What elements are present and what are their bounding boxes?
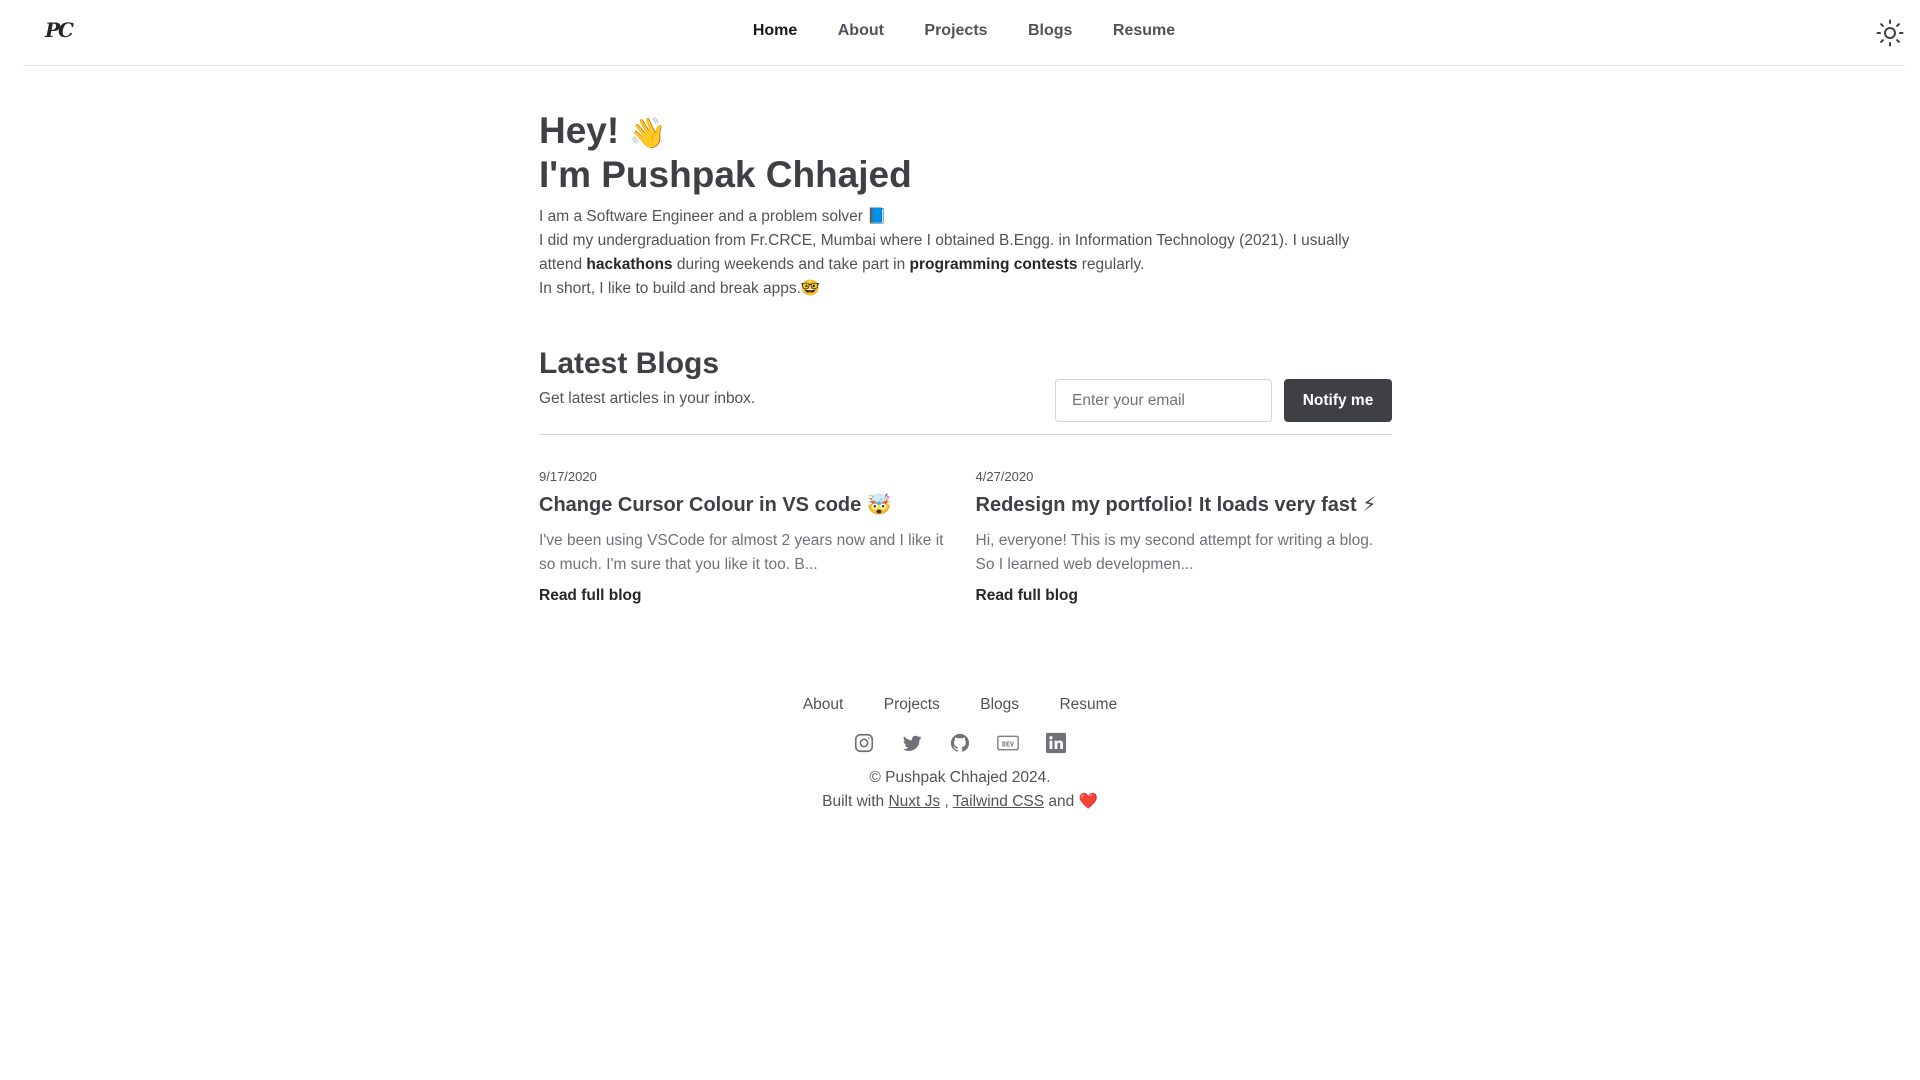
github-icon bbox=[950, 733, 970, 752]
nav-about[interactable]: About bbox=[838, 22, 884, 40]
newsletter-form: Notify me bbox=[1055, 379, 1392, 422]
main-nav: Home About Projects Blogs Resume bbox=[23, 22, 1905, 40]
blog-list: 9/17/2020 Change Cursor Colour in VS cod… bbox=[539, 469, 1392, 605]
theme-toggle-button[interactable] bbox=[1875, 18, 1905, 48]
intro-text-b: during weekends and take part in bbox=[672, 256, 910, 273]
intro-line-2: I did my undergraduation from Fr.CRCE, M… bbox=[539, 229, 1392, 277]
dev-link[interactable]: DEV bbox=[997, 732, 1019, 754]
svg-text:DEV: DEV bbox=[1002, 740, 1014, 748]
nav-home[interactable]: Home bbox=[753, 22, 797, 40]
latest-blogs-section: Latest Blogs Get latest articles in your… bbox=[539, 346, 1392, 605]
built-with-separator: , bbox=[940, 793, 953, 810]
wave-emoji: 👋 bbox=[629, 117, 667, 150]
footer-nav-projects[interactable]: Projects bbox=[884, 696, 940, 714]
contests-highlight: programming contests bbox=[909, 256, 1078, 273]
intro-line-1: I am a Software Engineer and a problem s… bbox=[539, 208, 887, 225]
tailwind-link[interactable]: Tailwind CSS bbox=[953, 793, 1044, 810]
nav-resume[interactable]: Resume bbox=[1113, 22, 1175, 40]
linkedin-link[interactable] bbox=[1045, 732, 1067, 754]
built-with-and: and bbox=[1044, 793, 1079, 810]
intro-text: I am a Software Engineer and a problem s… bbox=[539, 205, 1392, 301]
social-links: DEV bbox=[0, 732, 1920, 754]
blog-date: 4/27/2020 bbox=[975, 469, 1034, 484]
intro-line-3: In short, I like to build and break apps… bbox=[539, 280, 821, 297]
copyright-text: © Pushpak Chhajed 2024. bbox=[869, 769, 1051, 786]
site-header: PC Home About Projects Blogs Resume bbox=[23, 0, 1905, 66]
built-with-text: Built with Nuxt Js , Tailwind CSS and ❤️ bbox=[0, 790, 1920, 814]
nuxt-link[interactable]: Nuxt Js bbox=[888, 793, 940, 810]
intro-text-c: regularly. bbox=[1077, 256, 1145, 273]
footer-nav-blogs[interactable]: Blogs bbox=[980, 696, 1019, 714]
blog-card: 4/27/2020 Redesign my portfolio! It load… bbox=[976, 469, 1393, 605]
blog-excerpt: I've been using VSCode for almost 2 year… bbox=[539, 532, 944, 573]
blog-card: 9/17/2020 Change Cursor Colour in VS cod… bbox=[539, 469, 956, 605]
github-link[interactable] bbox=[949, 732, 971, 754]
footer-nav-resume[interactable]: Resume bbox=[1059, 696, 1117, 714]
site-footer: About Projects Blogs Resume DEV © Pushpa… bbox=[0, 696, 1920, 814]
hackathons-highlight: hackathons bbox=[586, 256, 673, 273]
nav-projects[interactable]: Projects bbox=[924, 22, 987, 40]
latest-blogs-title: Latest Blogs bbox=[539, 347, 720, 380]
section-divider bbox=[539, 434, 1392, 435]
blog-title[interactable]: Change Cursor Colour in VS code 🤯 bbox=[539, 492, 956, 517]
read-full-blog-link[interactable]: Read full blog bbox=[976, 587, 1078, 605]
footer-nav: About Projects Blogs Resume bbox=[0, 696, 1920, 714]
instagram-icon bbox=[854, 733, 874, 753]
instagram-link[interactable] bbox=[853, 732, 875, 754]
hero-greeting: Hey! bbox=[539, 110, 620, 151]
hero-name: I'm Pushpak Chhajed bbox=[539, 154, 912, 195]
dev-icon: DEV bbox=[997, 735, 1019, 751]
email-input[interactable] bbox=[1055, 379, 1272, 422]
sun-icon bbox=[1876, 19, 1904, 47]
blog-title[interactable]: Redesign my portfolio! It loads very fas… bbox=[976, 492, 1393, 517]
heart-icon: ❤️ bbox=[1078, 793, 1098, 810]
twitter-link[interactable] bbox=[901, 732, 923, 754]
main-content: Hey! 👋 I'm Pushpak Chhajed I am a Softwar… bbox=[539, 110, 1392, 605]
built-with-prefix: Built with bbox=[822, 793, 889, 810]
notify-me-button[interactable]: Notify me bbox=[1284, 379, 1392, 422]
linkedin-icon bbox=[1045, 732, 1067, 754]
hero-title: Hey! 👋 I'm Pushpak Chhajed bbox=[539, 110, 1392, 195]
footer-nav-about[interactable]: About bbox=[803, 696, 844, 714]
nav-blogs[interactable]: Blogs bbox=[1028, 22, 1072, 40]
read-full-blog-link[interactable]: Read full blog bbox=[539, 587, 641, 605]
blog-date: 9/17/2020 bbox=[539, 469, 597, 484]
blog-excerpt: Hi, everyone! This is my second attempt … bbox=[975, 532, 1374, 573]
twitter-icon bbox=[903, 735, 922, 751]
